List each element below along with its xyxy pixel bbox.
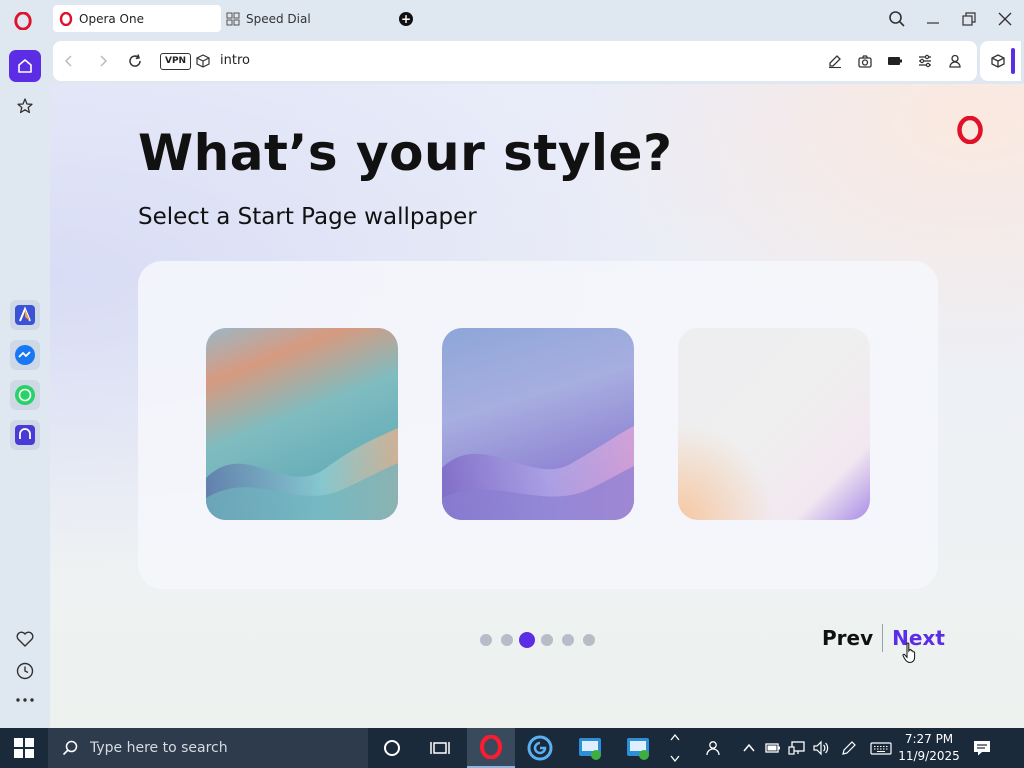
sidebar-messenger-button[interactable]	[10, 340, 40, 370]
windows-logo-icon	[14, 738, 34, 758]
battery-saver-icon[interactable]	[887, 53, 903, 69]
new-tab-button[interactable]: +	[399, 12, 413, 26]
taskbar-installer-button[interactable]	[566, 728, 614, 768]
snapshot-camera-icon[interactable]	[857, 53, 873, 69]
heart-icon[interactable]	[15, 629, 35, 649]
search-tabs-icon[interactable]	[888, 10, 906, 28]
profile-icon[interactable]	[947, 53, 963, 69]
cortana-circle-icon	[384, 740, 400, 756]
extensions-cube-icon[interactable]	[990, 53, 1006, 69]
history-clock-icon[interactable]	[15, 661, 35, 681]
home-icon	[18, 59, 32, 73]
page-subtitle: Select a Start Page wallpaper	[138, 204, 477, 230]
taskbar-search-box[interactable]: Type here to search	[48, 728, 368, 768]
sidebar-music-player-button[interactable]	[10, 420, 40, 450]
sidebar-accent-bar	[1011, 48, 1015, 74]
star-icon	[17, 98, 33, 114]
opera-icon	[480, 735, 502, 759]
intro-navigation: Prev Next	[822, 624, 945, 652]
edit-icon[interactable]	[827, 53, 843, 69]
touch-keyboard-icon[interactable]	[870, 740, 892, 756]
action-center-icon[interactable]	[972, 738, 992, 758]
title-bar: Opera One Speed Dial +	[0, 0, 1024, 38]
address-bar: VPN intro	[53, 41, 977, 81]
page-dot[interactable]	[541, 634, 553, 646]
pagination-dots	[480, 632, 604, 648]
pen-workspace-icon[interactable]	[840, 740, 858, 756]
whatsapp-icon	[15, 385, 35, 405]
sidebar-aria-button[interactable]	[10, 300, 40, 330]
installer-icon	[627, 738, 649, 760]
cortana-button[interactable]	[368, 728, 416, 768]
page-dot-active[interactable]	[519, 632, 535, 648]
page-dot[interactable]	[501, 634, 513, 646]
wallpaper-picker	[138, 261, 938, 589]
sidebar-home-button[interactable]	[9, 50, 41, 82]
tab-opera-one[interactable]: Opera One	[53, 5, 221, 32]
taskbar-clock[interactable]: 7:27 PM 11/9/2025	[898, 731, 960, 765]
browser-app-icon	[527, 735, 553, 761]
sidebar	[0, 38, 50, 728]
taskbar-installer-button-2[interactable]	[614, 728, 662, 768]
people-icon[interactable]	[704, 740, 722, 756]
opera-menu-icon[interactable]	[14, 12, 32, 30]
back-icon[interactable]	[61, 53, 77, 69]
tab-speed-dial[interactable]: Speed Dial	[224, 5, 384, 32]
battery-icon[interactable]	[764, 740, 782, 756]
speed-dial-grid-icon	[226, 12, 240, 25]
wallpaper-option-aurora-violet[interactable]	[442, 328, 634, 520]
opera-favicon-icon	[59, 11, 73, 26]
forward-icon[interactable]	[95, 53, 111, 69]
more-options-icon[interactable]	[15, 696, 35, 704]
wallpaper-option-soft-pastel[interactable]	[678, 328, 870, 520]
clock-date: 11/9/2025	[898, 749, 960, 763]
sidebar-whatsapp-button[interactable]	[10, 380, 40, 410]
extensions-area	[980, 41, 1021, 81]
reload-icon[interactable]	[127, 53, 143, 69]
page-dot[interactable]	[583, 634, 595, 646]
easy-setup-icon[interactable]	[917, 53, 933, 69]
tab-label: Opera One	[79, 11, 144, 26]
task-view-button[interactable]	[416, 728, 464, 768]
aria-icon	[15, 305, 35, 325]
close-icon[interactable]	[996, 10, 1014, 28]
vpn-badge[interactable]: VPN	[160, 53, 192, 70]
sidebar-pinboards-button[interactable]	[9, 90, 41, 122]
windows-taskbar: Type here to search 7:27 PM 11/9/2025	[0, 728, 1024, 768]
intro-page: What’s your style? Select a Start Page w…	[50, 84, 1024, 728]
wallpaper-option-aurora-warm[interactable]	[206, 328, 398, 520]
taskbar-opera-button[interactable]	[467, 728, 515, 768]
search-placeholder: Type here to search	[90, 740, 228, 756]
url-field[interactable]: intro	[220, 53, 250, 68]
music-player-icon	[15, 425, 35, 445]
page-dot[interactable]	[480, 634, 492, 646]
taskbar-app-button[interactable]	[516, 728, 564, 768]
network-icon[interactable]	[788, 740, 806, 756]
minimize-icon[interactable]	[924, 10, 942, 28]
prev-button[interactable]: Prev	[822, 626, 882, 650]
restore-icon[interactable]	[960, 10, 978, 28]
site-cube-icon[interactable]	[195, 53, 211, 69]
start-button[interactable]	[0, 728, 48, 768]
clock-time: 7:27 PM	[904, 732, 954, 746]
tab-label: Speed Dial	[246, 11, 311, 26]
page-title: What’s your style?	[138, 124, 673, 182]
taskbar-scroll-arrows-icon[interactable]	[669, 731, 681, 765]
installer-icon	[579, 738, 601, 760]
show-hidden-icons-icon[interactable]	[740, 740, 758, 756]
hand-cursor-icon	[902, 642, 916, 664]
task-view-icon	[430, 742, 450, 754]
opera-logo-icon	[957, 116, 983, 144]
volume-icon[interactable]	[812, 740, 830, 756]
search-icon	[62, 740, 78, 756]
messenger-icon	[15, 345, 35, 365]
page-dot[interactable]	[562, 634, 574, 646]
